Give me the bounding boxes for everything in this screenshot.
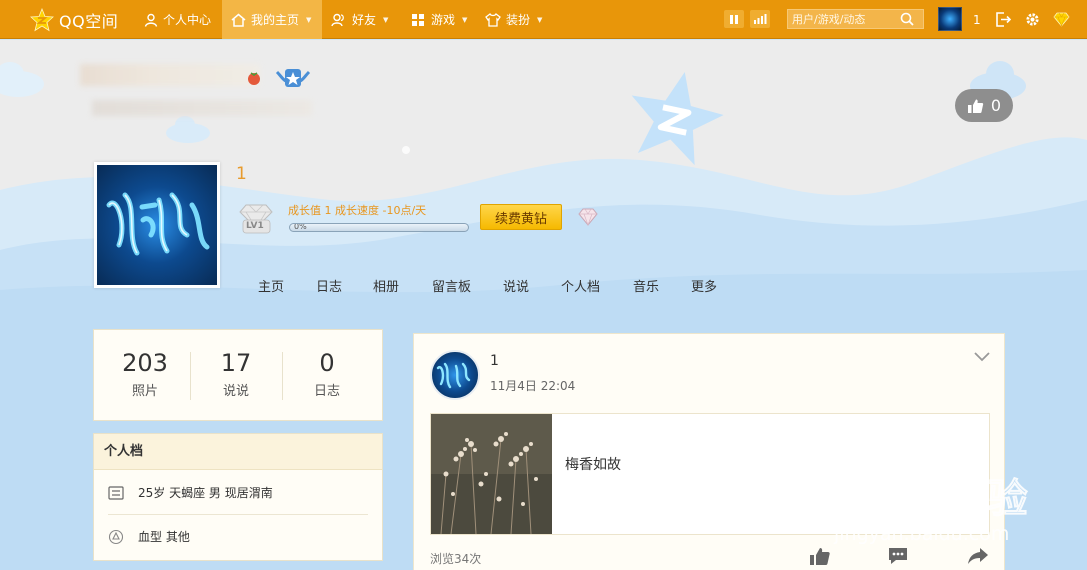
tab-music[interactable]: 音乐 [633, 276, 659, 295]
nav-games-label: 游戏 [431, 13, 456, 27]
user-avatar[interactable] [938, 7, 962, 31]
nav-friends[interactable]: 好友 ▼ [331, 0, 388, 39]
diamond-icon [1053, 12, 1070, 27]
chevron-down-icon: ▼ [462, 15, 468, 24]
thumbs-up-icon [967, 99, 984, 113]
stat-photos-label: 照片 [131, 384, 158, 399]
nav-decorate-label: 装扮 [506, 13, 531, 27]
nav-personal-center[interactable]: 个人中心 [140, 0, 215, 39]
nav-my-homepage[interactable]: 我的主页 ▼ [222, 0, 322, 39]
stat-photos-count: 203 [122, 349, 168, 377]
nav-friends-label: 好友 [352, 13, 377, 27]
qzone-logo[interactable]: QQ空间 [30, 0, 118, 39]
pause-icon [730, 14, 738, 24]
level-badge[interactable]: LV1 [236, 202, 276, 236]
yellow-diamond-button[interactable] [1053, 0, 1070, 39]
chevron-down-icon: ▼ [383, 15, 389, 24]
cloud-icon [0, 62, 44, 97]
stat-moments-label: 说说 [222, 384, 249, 399]
profile-blood-type: 血型 其他 [108, 528, 190, 545]
top-navigation-bar: QQ空间 个人中心 我的主页 ▼ 好友 ▼ 游戏 ▼ 装扮 ▼ 1 [0, 0, 1087, 39]
shared-image-thumbnail[interactable] [431, 414, 552, 534]
cloud-icon [166, 116, 210, 143]
avatar-artwork [436, 362, 471, 389]
renew-yellow-diamond-button[interactable]: 续费黄钻 [480, 204, 562, 230]
baidu-jingyan-watermark: Baidu经验 jingyan.baidu.com [833, 452, 1029, 545]
stat-photos[interactable]: 203 照片 [97, 348, 193, 399]
chevron-down-icon[interactable] [974, 350, 990, 362]
search-icon[interactable] [900, 12, 914, 26]
tomato-icon [248, 72, 260, 85]
post-author-avatar[interactable] [430, 350, 480, 400]
watermark-brand: Baidu经验 [834, 476, 1028, 522]
stat-blogs[interactable]: 0 日志 [279, 348, 375, 399]
gamepad-icon [412, 13, 424, 26]
gear-icon [1026, 13, 1039, 26]
profile-divider [108, 514, 368, 515]
tab-more[interactable]: 更多 [691, 276, 717, 295]
logo-text: QQ空间 [59, 11, 119, 31]
vip-wing-badge-icon[interactable] [275, 66, 311, 92]
settings-button[interactable] [1025, 0, 1040, 39]
stats-card: 203 照片 17 说说 0 日志 [93, 329, 383, 421]
growth-progress-bar: 0% [289, 223, 469, 232]
pink-gem-icon[interactable] [577, 207, 599, 227]
nav-my-homepage-label: 我的主页 [251, 13, 300, 27]
profile-card-title[interactable]: 个人档 [94, 434, 382, 470]
friends-icon [331, 13, 344, 26]
user-count[interactable]: 1 [973, 0, 981, 39]
nav-decorate[interactable]: 装扮 ▼ [485, 0, 542, 39]
dried-flowers-image [431, 414, 552, 534]
tab-message-board[interactable]: 留言板 [432, 276, 471, 295]
qzone-star-decoration [631, 72, 724, 166]
equalizer-icon [753, 14, 766, 24]
profile-blood-type-text: 血型 其他 [138, 530, 190, 544]
profile-avatar[interactable] [94, 162, 220, 288]
stat-blogs-count: 0 [319, 349, 335, 377]
nav-games[interactable]: 游戏 ▼ [411, 0, 467, 39]
level-label: LV1 [246, 221, 264, 231]
blurred-space-title [80, 64, 260, 86]
tab-profile[interactable]: 个人档 [561, 276, 600, 295]
blood-drop-icon [108, 529, 124, 544]
logout-icon [996, 12, 1011, 27]
cover-like-count: 0 [990, 96, 1002, 115]
tab-album[interactable]: 相册 [373, 276, 399, 295]
like-icon[interactable] [809, 546, 831, 566]
avatar-artwork [106, 192, 210, 256]
tab-blog[interactable]: 日志 [316, 276, 342, 295]
stat-blogs-label: 日志 [313, 384, 340, 399]
chevron-down-icon: ▼ [537, 15, 543, 24]
personal-profile-card: 个人档 25岁 天蝎座 男 现居渭南 血型 其他 [93, 433, 383, 561]
profile-basic-info: 25岁 天蝎座 男 现居渭南 [108, 484, 273, 501]
owner-name[interactable]: 1 [236, 164, 247, 184]
tab-home[interactable]: 主页 [258, 276, 284, 295]
music-level-button[interactable] [750, 10, 770, 28]
nav-personal-center-label: 个人中心 [163, 13, 212, 27]
search-box [787, 9, 924, 29]
pause-music-button[interactable] [724, 10, 744, 28]
growth-progress-label: 0% [294, 223, 307, 231]
post-author-name[interactable]: 1 [490, 353, 499, 369]
chevron-down-icon: ▼ [306, 15, 312, 24]
home-icon [231, 13, 246, 27]
watermark-url: jingyan.baidu.com [833, 523, 1009, 545]
cover-like-button[interactable]: 0 [955, 89, 1013, 122]
id-card-icon [108, 485, 124, 500]
blurred-space-description [92, 100, 312, 116]
shared-content-title[interactable]: 梅香如故 [565, 454, 621, 474]
person-icon [144, 13, 158, 27]
post-timestamp: 11月4日 22:04 [490, 379, 576, 393]
stat-moments-count: 17 [220, 349, 252, 377]
search-input[interactable] [788, 12, 900, 26]
growth-info[interactable]: 成长值 1 成长速度 -10点/天 [288, 202, 426, 218]
shirt-icon [485, 12, 501, 27]
post-view-count: 浏览34次 [430, 552, 482, 566]
profile-basic-info-text: 25岁 天蝎座 男 现居渭南 [138, 486, 273, 500]
tab-moments[interactable]: 说说 [503, 276, 529, 295]
qzone-star-icon [30, 7, 54, 31]
stat-moments[interactable]: 17 说说 [188, 348, 284, 399]
logout-button[interactable] [995, 0, 1011, 39]
